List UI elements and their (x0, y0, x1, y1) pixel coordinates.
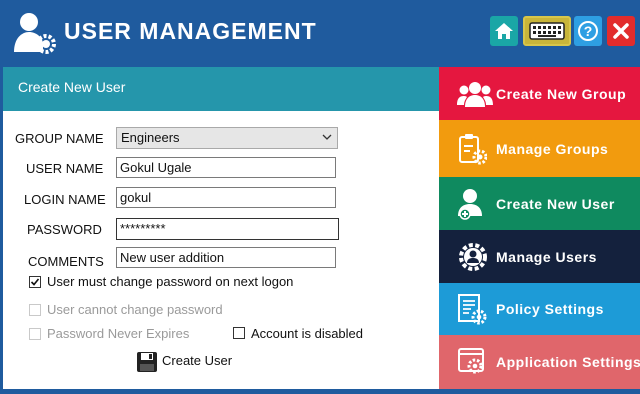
group-name-label: GROUP NAME (15, 131, 104, 146)
cannot-change-password-checkbox[interactable] (29, 304, 41, 316)
home-button[interactable] (490, 16, 518, 46)
save-icon (137, 352, 157, 372)
window-frame-left (0, 67, 3, 394)
window-frame-bottom (0, 389, 640, 394)
account-disabled-checkbox[interactable] (233, 327, 245, 339)
app-title: USER MANAGEMENT (64, 18, 317, 44)
sidebar-label: Policy Settings (496, 301, 604, 317)
keyboard-icon (529, 22, 565, 40)
sidebar-label: Create New User (496, 195, 615, 212)
add-user-icon (458, 188, 482, 220)
group-name-select[interactable]: Engineers (116, 127, 338, 149)
user-gear-logo-icon (14, 13, 56, 54)
help-button[interactable]: ? (574, 16, 602, 46)
password-never-expires-label: Password Never Expires (47, 326, 190, 341)
form-header-title: Create New User (18, 79, 126, 95)
sidebar-create-new-user[interactable]: Create New User (439, 177, 640, 230)
clipboard-gear-icon (459, 133, 487, 164)
password-never-expires-checkbox[interactable] (29, 328, 41, 340)
sidebar-label: Manage Groups (496, 140, 609, 157)
comments-field[interactable]: New user addition (116, 247, 336, 268)
keyboard-button[interactable] (523, 16, 571, 46)
login-name-label: LOGIN NAME (24, 192, 106, 207)
cannot-change-password-label: User cannot change password (47, 302, 223, 317)
svg-text:?: ? (584, 23, 593, 39)
user-name-label: USER NAME (26, 161, 104, 176)
must-change-password-label: User must change password on next logon (47, 274, 294, 289)
sidebar-application-settings[interactable]: Application Settings (439, 335, 640, 389)
home-icon (495, 23, 513, 39)
create-user-button-label: Create User (162, 353, 233, 368)
password-label: PASSWORD (27, 222, 102, 237)
chevron-down-icon (322, 134, 332, 140)
account-disabled-label: Account is disabled (251, 326, 364, 341)
group-name-value: Engineers (121, 130, 180, 145)
login-name-field[interactable]: gokul (116, 187, 336, 208)
sidebar-policy-settings[interactable]: Policy Settings (439, 283, 640, 335)
users-icon (457, 81, 493, 107)
form-header: Create New User (3, 67, 439, 111)
user-gear-icon (459, 242, 487, 271)
sidebar-manage-groups[interactable]: Manage Groups (439, 120, 640, 177)
policy-icon (458, 294, 487, 325)
comments-label: COMMENTS (28, 254, 104, 269)
sidebar-manage-users[interactable]: Manage Users (439, 230, 640, 283)
create-user-button[interactable]: Create User (134, 349, 244, 375)
user-name-field[interactable]: Gokul Ugale (116, 157, 336, 178)
title-bar: USER MANAGEMENT ? (0, 0, 640, 68)
close-button[interactable] (607, 16, 635, 46)
password-field[interactable]: ********* (116, 218, 339, 240)
close-icon (613, 23, 629, 39)
sidebar-label: Application Settings (496, 354, 640, 370)
must-change-password-checkbox[interactable] (29, 276, 41, 288)
sidebar-create-new-group[interactable]: Create New Group (439, 67, 640, 120)
help-icon: ? (578, 21, 598, 41)
checkmark-icon (30, 278, 40, 286)
sidebar-label: Manage Users (496, 248, 597, 265)
app-settings-icon (458, 348, 484, 374)
sidebar-label: Create New Group (496, 85, 627, 102)
